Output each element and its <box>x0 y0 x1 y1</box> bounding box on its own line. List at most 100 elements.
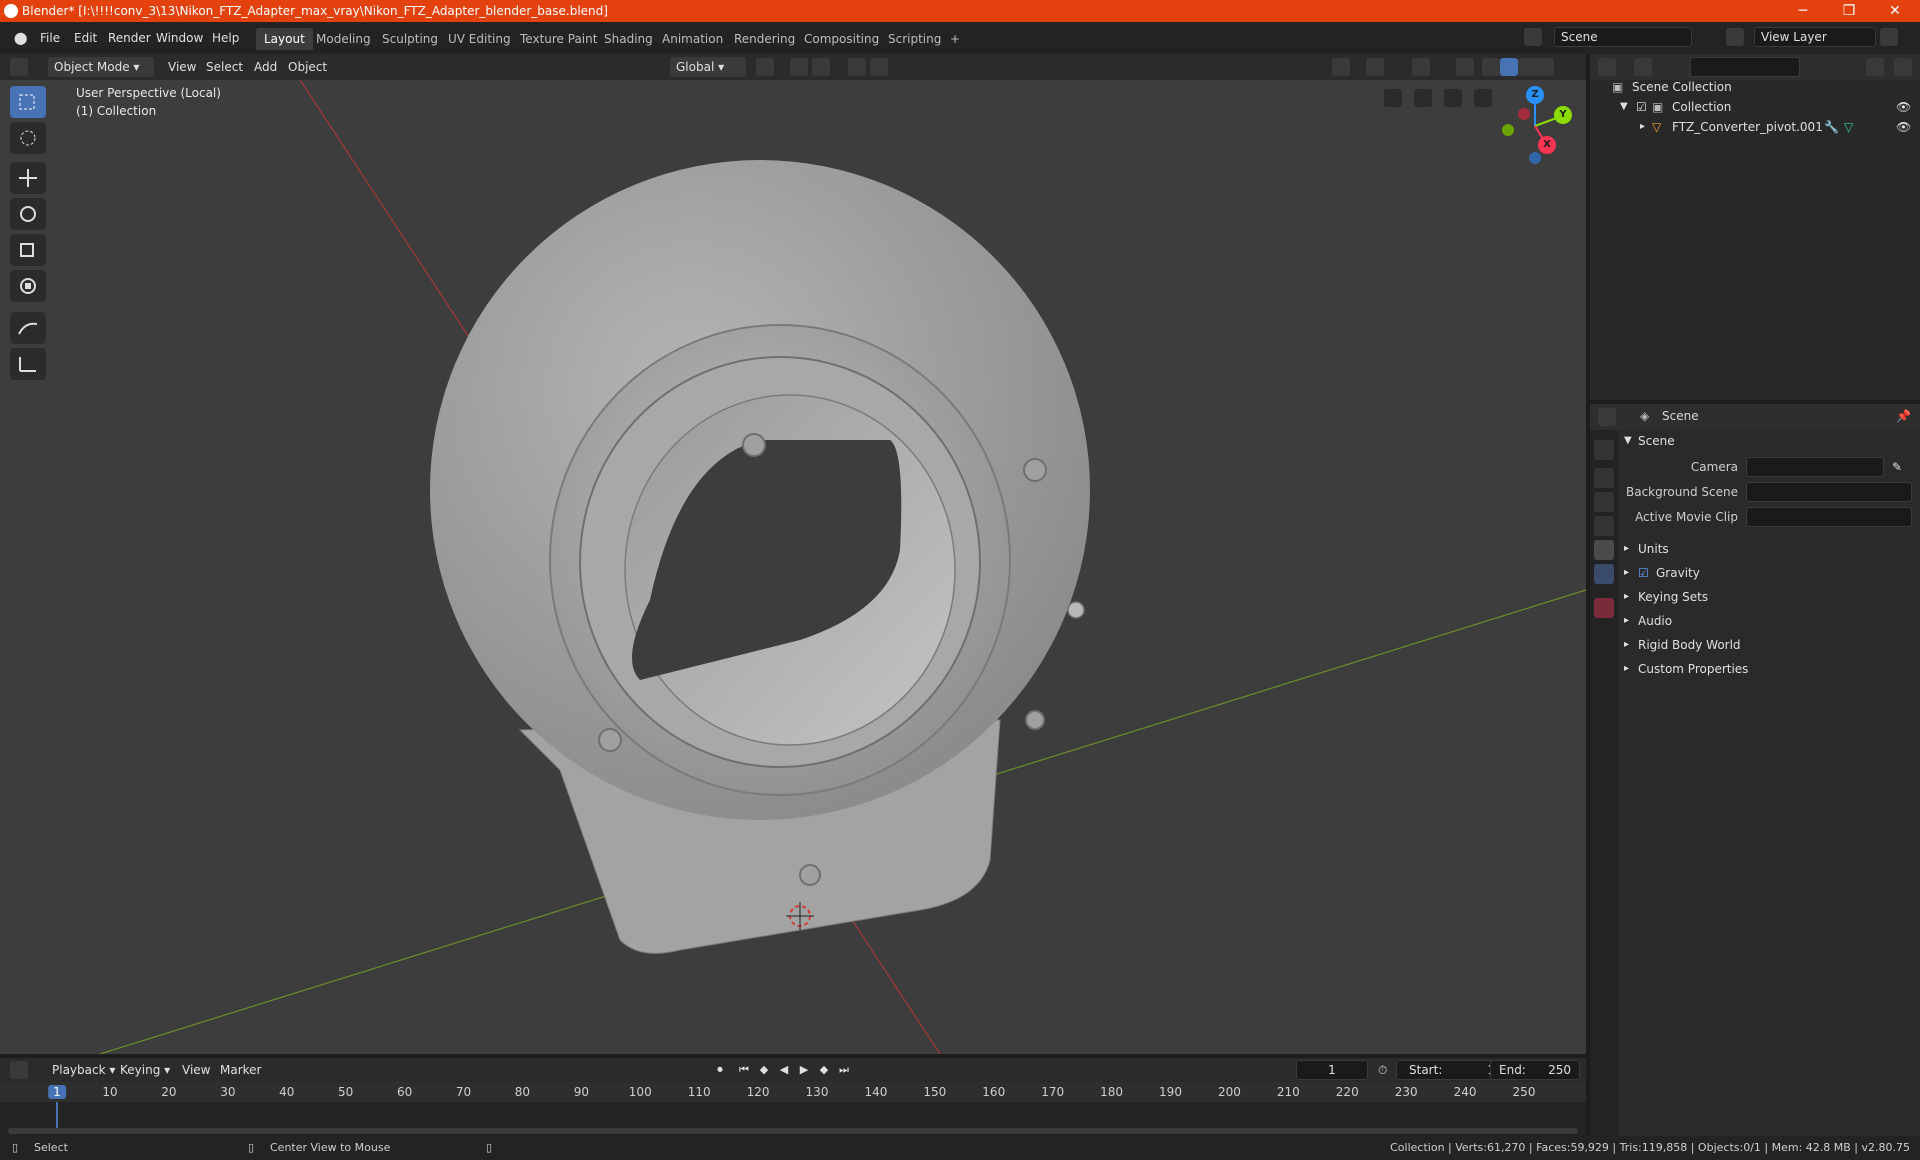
outliner-row-scene-collection[interactable]: ▣ Scene Collection <box>1590 77 1920 97</box>
output-tab-icon[interactable] <box>1594 492 1614 512</box>
menu-file[interactable]: File <box>34 28 66 48</box>
menu-edit[interactable]: Edit <box>68 28 103 48</box>
snap-target-icon[interactable] <box>812 58 830 76</box>
new-collection-icon[interactable] <box>1894 58 1912 76</box>
play-icon[interactable]: ▶ <box>796 1062 812 1078</box>
tool-tab-icon[interactable] <box>1594 440 1614 460</box>
add-workspace-button[interactable]: + <box>942 28 968 50</box>
object-visibility-icon[interactable] <box>1332 58 1350 76</box>
material-shading-icon[interactable] <box>1518 58 1536 76</box>
rigid-body-world-panel-header[interactable]: ▸ Rigid Body World <box>1622 634 1916 656</box>
view-layer-tab-icon[interactable] <box>1594 516 1614 536</box>
background-scene-field[interactable] <box>1746 482 1912 502</box>
cursor-tool[interactable] <box>10 122 46 154</box>
pin-icon[interactable]: 📌 <box>1896 409 1911 423</box>
camera-icon[interactable] <box>1414 89 1432 107</box>
editor-type-icon[interactable] <box>10 58 28 76</box>
gizmo-x[interactable]: X <box>1538 136 1556 154</box>
expand-arrow-icon[interactable]: ▼ <box>1620 97 1628 117</box>
tab-rendering[interactable]: Rendering <box>726 28 803 50</box>
play-reverse-icon[interactable]: ◀ <box>776 1062 792 1078</box>
tab-compositing[interactable]: Compositing <box>796 28 887 50</box>
transform-tool[interactable] <box>10 270 46 302</box>
toggle-camera-view-icon[interactable] <box>1384 89 1402 107</box>
timeline-view-menu[interactable]: View <box>176 1060 216 1080</box>
render-tab-icon[interactable] <box>1594 468 1614 488</box>
modifier-wrench-icon[interactable]: 🔧 <box>1824 117 1839 137</box>
rotate-tool[interactable] <box>10 198 46 230</box>
annotate-tool[interactable] <box>10 312 46 344</box>
menu-select[interactable]: Select <box>200 57 249 77</box>
eyedropper-icon[interactable]: ✎ <box>1892 456 1902 478</box>
measure-tool[interactable] <box>10 348 46 380</box>
new-view-layer-icon[interactable] <box>1880 28 1898 46</box>
tab-uv-editing[interactable]: UV Editing <box>440 28 519 50</box>
gizmo-toggle-icon[interactable] <box>1366 58 1384 76</box>
transform-orientation-dropdown[interactable]: Global ▾ <box>670 57 746 77</box>
move-tool[interactable] <box>10 162 46 194</box>
outliner-search-input[interactable] <box>1690 57 1800 77</box>
world-tab-icon[interactable] <box>1594 564 1614 584</box>
tab-texture-paint[interactable]: Texture Paint <box>512 28 605 50</box>
tab-animation[interactable]: Animation <box>654 28 731 50</box>
filter-icon[interactable] <box>1866 58 1884 76</box>
jump-keyframe-back-icon[interactable]: ◆ <box>756 1062 772 1078</box>
gizmo-z[interactable]: Z <box>1526 86 1544 104</box>
tab-shading[interactable]: Shading <box>596 28 661 50</box>
snap-icon[interactable] <box>790 58 808 76</box>
solid-shading-icon[interactable] <box>1500 58 1518 76</box>
properties-editor-type-icon[interactable] <box>1598 408 1616 426</box>
outliner-editor-type-icon[interactable] <box>1598 58 1616 76</box>
keying-sets-panel-header[interactable]: ▸ Keying Sets <box>1622 586 1916 608</box>
close-button[interactable]: ✕ <box>1872 0 1918 22</box>
texture-tab-icon[interactable] <box>1594 598 1614 618</box>
menu-add[interactable]: Add <box>248 57 283 77</box>
tab-scripting[interactable]: Scripting <box>880 28 949 50</box>
menu-render[interactable]: Render <box>102 28 157 48</box>
xray-toggle-icon[interactable] <box>1456 58 1474 76</box>
pan-hand-icon[interactable] <box>1444 89 1462 107</box>
menu-help[interactable]: Help <box>206 28 245 48</box>
active-movie-clip-field[interactable] <box>1746 507 1912 527</box>
timeline-editor-type-icon[interactable] <box>10 1061 28 1079</box>
select-box-tool[interactable] <box>10 86 46 118</box>
minimize-button[interactable]: ─ <box>1780 0 1826 22</box>
marker-menu[interactable]: Marker <box>214 1060 267 1080</box>
stopwatch-icon[interactable]: ⏱ <box>1378 1063 1387 1078</box>
3d-viewport[interactable]: User Perspective (Local) (1) Collection … <box>0 80 1586 1054</box>
camera-field[interactable] <box>1746 457 1884 477</box>
display-mode-icon[interactable] <box>1634 58 1652 76</box>
visibility-eye-icon[interactable]: 👁 <box>1896 117 1911 137</box>
object-mode-dropdown[interactable]: Object Mode ▾ <box>48 57 154 77</box>
jump-start-icon[interactable]: ⏮ <box>736 1062 752 1078</box>
menu-view[interactable]: View <box>162 57 202 77</box>
jump-end-icon[interactable]: ⏭ <box>836 1062 852 1078</box>
tab-modeling[interactable]: Modeling <box>308 28 379 50</box>
menu-window[interactable]: Window <box>150 28 209 48</box>
expand-arrow-icon[interactable]: ▸ <box>1640 117 1645 137</box>
pivot-point-icon[interactable] <box>756 58 774 76</box>
keying-menu[interactable]: Keying ▾ <box>114 1060 176 1080</box>
jump-keyframe-forward-icon[interactable]: ◆ <box>816 1062 832 1078</box>
maximize-button[interactable]: ❐ <box>1826 0 1872 22</box>
blender-menu-icon[interactable]: ⬤ <box>8 28 33 48</box>
scale-tool[interactable] <box>10 234 46 266</box>
view-layer-selector[interactable]: View Layer <box>1754 27 1876 47</box>
visibility-eye-icon[interactable]: 👁 <box>1896 97 1911 117</box>
tab-sculpting[interactable]: Sculpting <box>374 28 446 50</box>
playback-menu[interactable]: Playback ▾ <box>46 1060 121 1080</box>
gravity-checkbox[interactable]: ☑ <box>1638 562 1649 584</box>
falloff-icon[interactable] <box>870 58 888 76</box>
timeline-ruler[interactable]: 1 10 20 30 40 50 60 70 80 90 100 110 120 130 140 150 160… <box>0 1082 1586 1102</box>
scene-panel-header[interactable]: ▼ Scene <box>1622 430 1916 452</box>
current-frame-field[interactable]: 1 <box>1296 1060 1368 1080</box>
outliner-row-object[interactable]: ▸ ▽ FTZ_Converter_pivot.001 🔧 ▽ 👁 <box>1590 117 1920 137</box>
tab-layout[interactable]: Layout <box>256 28 313 50</box>
proportional-edit-icon[interactable] <box>848 58 866 76</box>
audio-panel-header[interactable]: ▸ Audio <box>1622 610 1916 632</box>
units-panel-header[interactable]: ▸ Units <box>1622 538 1916 560</box>
outliner-row-collection[interactable]: ▼ ☑ ▣ Collection 👁 <box>1590 97 1920 117</box>
zoom-icon[interactable] <box>1474 89 1492 107</box>
wireframe-shading-icon[interactable] <box>1482 58 1500 76</box>
timeline-scrollbar[interactable] <box>8 1128 1578 1134</box>
